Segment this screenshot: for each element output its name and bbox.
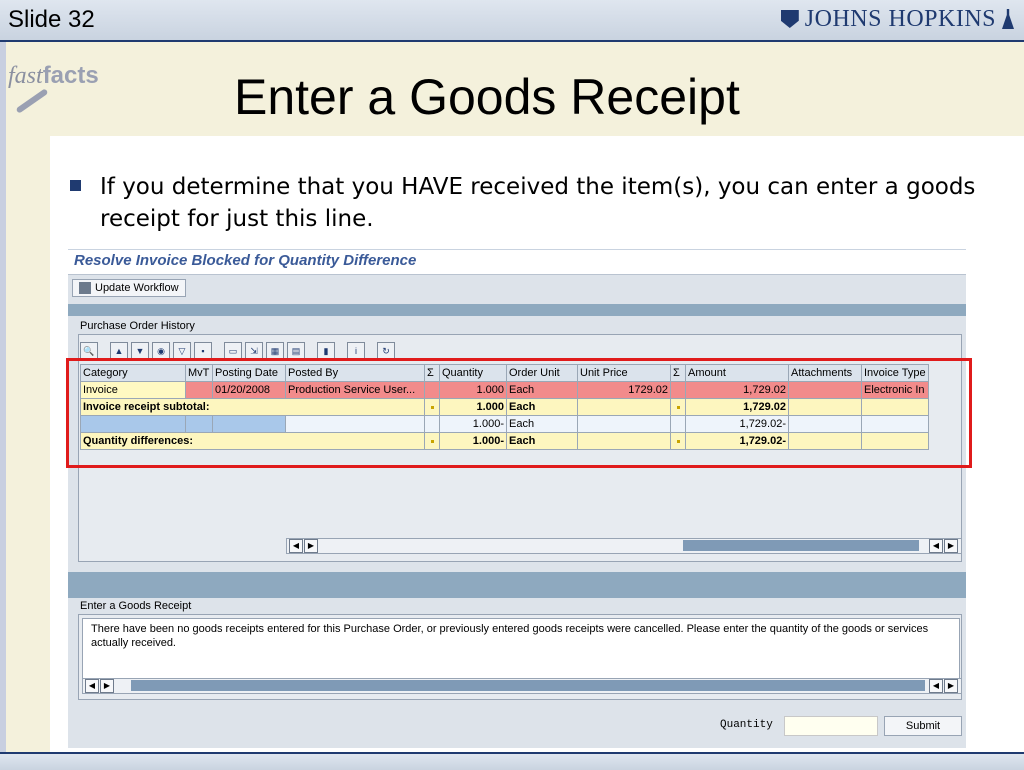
workflow-icon [79,282,91,294]
goods-receipt-tab: Enter a Goods Receipt [78,600,194,612]
tower-icon [1002,9,1014,29]
left-margin-band [0,42,50,754]
message-horizontal-scrollbar[interactable]: ◀ ▶ ◀ ▶ [82,678,962,694]
goods-receipt-message: There have been no goods receipts entere… [82,618,960,680]
shield-icon [780,10,799,28]
scroll-right-icon[interactable]: ▶ [304,539,318,553]
brand-big: facts [42,62,99,89]
quantity-input[interactable] [784,716,878,736]
logo-text: JOHNS HOPKINS [804,6,996,32]
scroll-right-icon[interactable]: ▶ [100,679,114,693]
quantity-label: Quantity [720,719,773,731]
scroll-thumb[interactable] [131,680,925,691]
update-workflow-button[interactable]: Update Workflow [72,279,186,297]
brand-small: fast [8,63,43,89]
scroll-thumb[interactable] [683,540,919,551]
scroll-right-icon[interactable]: ▶ [944,539,958,553]
highlight-box [66,358,972,468]
slide-number: Slide 32 [8,6,95,33]
divider [68,249,966,250]
scroll-left-icon[interactable]: ◀ [929,539,943,553]
section-separator [68,572,966,598]
sap-screen: Resolve Invoice Blocked for Quantity Dif… [68,246,966,748]
slide-title: Enter a Goods Receipt [234,69,740,125]
scroll-left-icon[interactable]: ◀ [289,539,303,553]
sap-screen-title: Resolve Invoice Blocked for Quantity Dif… [74,252,417,269]
scroll-left-icon[interactable]: ◀ [929,679,943,693]
bullet-square-icon [70,180,81,191]
slide-footer-bar [0,752,1024,770]
update-workflow-label: Update Workflow [95,282,179,294]
scroll-right-icon[interactable]: ▶ [944,679,958,693]
section-separator [68,304,966,316]
submit-button[interactable]: Submit [884,716,962,736]
fast-facts-logo: fastfacts [8,62,99,114]
table-empty-area [80,456,960,536]
po-history-tab: Purchase Order History [78,320,197,332]
slide-header-bar: Slide 32 JOHNS HOPKINS [0,0,1024,42]
scroll-left-icon[interactable]: ◀ [85,679,99,693]
bullet-text: If you determine that you HAVE received … [100,174,976,232]
application-toolbar: Update Workflow [68,274,966,305]
table-horizontal-scrollbar[interactable]: ◀ ▶ ◀ ▶ [286,538,962,554]
johns-hopkins-logo: JOHNS HOPKINS [780,6,1014,33]
